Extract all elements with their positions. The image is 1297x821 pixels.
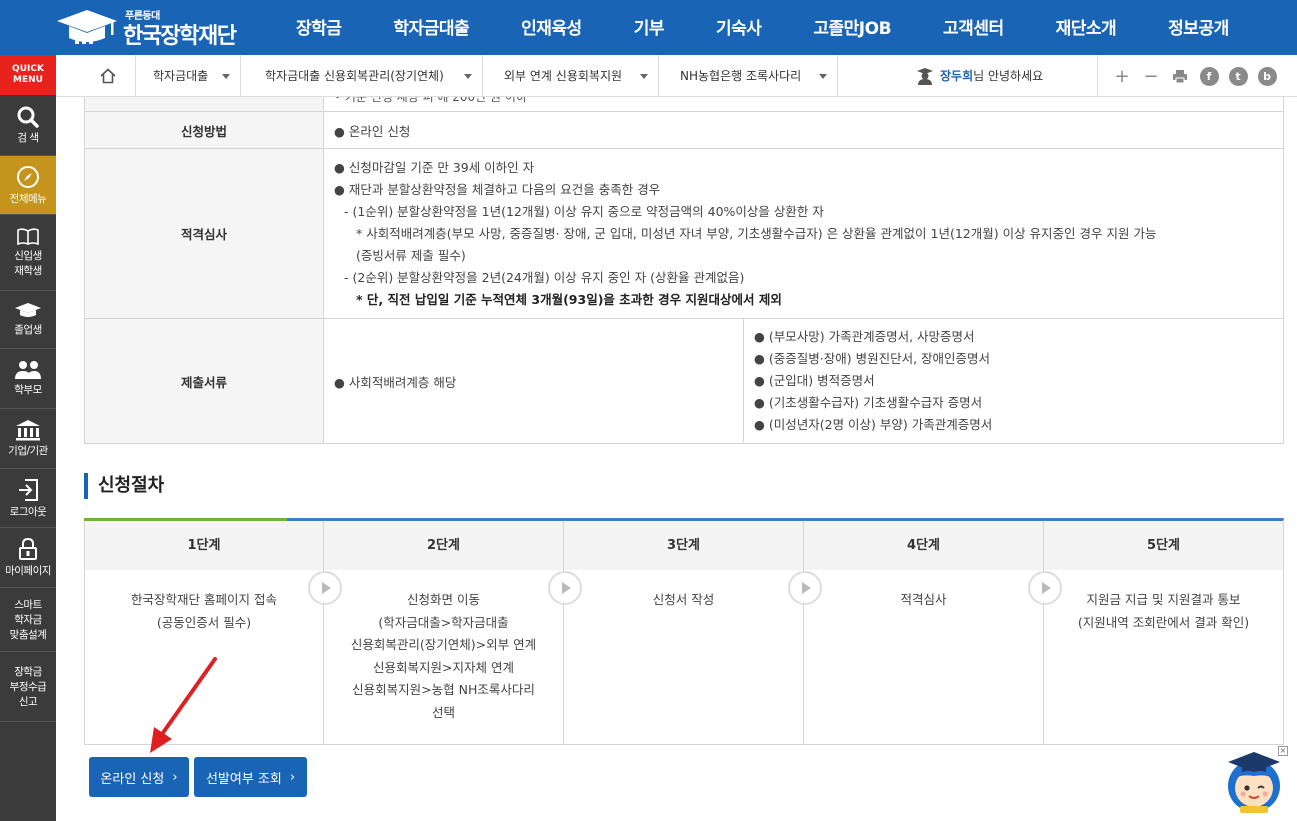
page-tools: + − f t b xyxy=(1097,55,1286,97)
quick-mypage[interactable]: 마이페이지 xyxy=(0,528,56,588)
selection-check-button[interactable]: 선발여부 조회 › xyxy=(194,757,307,797)
global-nav: 장학금 학자금대출 인재육성 기부 기숙사 고졸만JOB 고객센터 재단소개 정… xyxy=(270,0,1255,55)
quick-menu: QUICK MENU 검 색 전체메뉴 신입생 재학생 졸업생 학부모 기업/기… xyxy=(0,55,56,821)
chevron-right-icon: › xyxy=(172,769,178,785)
step-arrow-icon xyxy=(1028,571,1062,605)
facebook-icon: f xyxy=(1199,66,1219,86)
quick-smart-plan[interactable]: 스마트 학자금 맞춤설계 xyxy=(0,588,56,652)
annotation-arrow-icon xyxy=(150,657,217,753)
gnb-scholarship[interactable]: 장학금 xyxy=(270,0,367,55)
gnb-talent[interactable]: 인재육성 xyxy=(495,0,608,55)
step-arrow-icon xyxy=(308,571,342,605)
table-cell: • 기준 신청 세상 피 에 200만 원 이하 xyxy=(323,97,1284,112)
gnb-about[interactable]: 재단소개 xyxy=(1030,0,1143,55)
docs-right: ● (부모사망) 가족관계증명서, 사망증명서 ● (중증질병·장애) 병원진단… xyxy=(743,318,1284,444)
gnb-dormitory[interactable]: 기숙사 xyxy=(690,0,787,55)
home-icon xyxy=(99,68,116,84)
mascot-chatbot-icon[interactable] xyxy=(1222,748,1286,814)
logout-icon xyxy=(19,478,38,501)
table-row: 적격심사 ● 신청마감일 기준 만 39세 이하인 자 ● 재단과 분할상환약정… xyxy=(84,148,1284,319)
table-header-cell xyxy=(84,97,324,112)
step-arrow-icon xyxy=(548,571,582,605)
quick-graduate[interactable]: 졸업생 xyxy=(0,291,56,349)
top-header: 푸른등대 한국장학재단 장학금 학자금대출 인재육성 기부 기숙사 고졸만JOB… xyxy=(0,0,1297,55)
print-icon[interactable] xyxy=(1170,66,1190,86)
quick-logout[interactable]: 로그아웃 xyxy=(0,469,56,528)
gnb-donation[interactable]: 기부 xyxy=(608,0,690,55)
row-label-docs: 제출서류 xyxy=(84,318,324,444)
info-section: • 기준 신청 세상 피 에 200만 원 이하 신청방법 ● 온라인 신청 적… xyxy=(84,97,1284,444)
quick-all-menu[interactable]: 전체메뉴 xyxy=(0,156,56,215)
location-bar: 학자금대출 학자금대출 신용회복관리(장기연체) 외부 연계 신용회복지원 NH… xyxy=(56,55,1297,97)
docs-left: ● 사회적배려계층 해당 xyxy=(323,318,744,444)
home-button[interactable] xyxy=(80,55,136,97)
search-icon xyxy=(17,106,39,128)
procedure-title: 신청절차 xyxy=(84,473,164,499)
site-logo[interactable]: 푸른등대 한국장학재단 xyxy=(55,5,255,50)
step-4: 4단계 적격심사 xyxy=(804,521,1044,745)
info-table: • 기준 신청 세상 피 에 200만 원 이하 신청방법 ● 온라인 신청 적… xyxy=(84,97,1284,444)
twitter-share[interactable]: t xyxy=(1228,66,1248,86)
zoom-in-icon[interactable]: + xyxy=(1112,66,1132,87)
blog-icon: b xyxy=(1257,66,1277,86)
quick-institution[interactable]: 기업/기관 xyxy=(0,409,56,469)
graduation-cap-logo-icon xyxy=(57,10,117,44)
step-3: 3단계 신청서 작성 xyxy=(564,521,804,745)
breadcrumb-external-link[interactable]: 외부 연계 신용회복지원 xyxy=(488,55,659,97)
table-row: • 기준 신청 세상 피 에 200만 원 이하 xyxy=(84,97,1284,112)
gnb-job[interactable]: 고졸만JOB xyxy=(787,0,917,55)
compass-icon xyxy=(17,165,39,188)
review-value: ● 신청마감일 기준 만 39세 이하인 자 ● 재단과 분할상환약정을 체결하… xyxy=(323,148,1284,319)
quick-freshman[interactable]: 신입생 재학생 xyxy=(0,215,56,291)
step-5: 5단계 지원금 지급 및 지원결과 통보 (지원내역 조회란에서 결과 확인) xyxy=(1044,521,1283,745)
chevron-down-icon xyxy=(819,74,827,79)
graduation-cap-icon xyxy=(15,303,41,317)
logo-title: 한국장학재단 xyxy=(123,24,237,49)
chevron-down-icon xyxy=(222,74,230,79)
user-graduate-icon xyxy=(917,68,933,85)
table-row: 제출서류 ● 사회적배려계층 해당 ● (부모사망) 가족관계증명서, 사망증명… xyxy=(84,318,1284,444)
gnb-student-loan[interactable]: 학자금대출 xyxy=(367,0,495,55)
step-arrow-icon xyxy=(788,571,822,605)
chevron-down-icon xyxy=(640,74,648,79)
quick-search[interactable]: 검 색 xyxy=(0,95,56,156)
gnb-disclosure[interactable]: 정보공개 xyxy=(1142,0,1255,55)
breadcrumb-credit-recovery[interactable]: 학자금대출 신용회복관리(장기연체) xyxy=(249,55,483,97)
zoom-out-icon[interactable]: − xyxy=(1141,66,1161,87)
chevron-right-icon: › xyxy=(289,769,296,785)
book-icon xyxy=(17,227,39,245)
chevron-down-icon xyxy=(464,74,472,79)
row-label-review: 적격심사 xyxy=(84,148,324,319)
row-label-method: 신청방법 xyxy=(84,111,324,149)
lock-icon xyxy=(19,537,37,560)
online-apply-button[interactable]: 온라인 신청 › xyxy=(89,757,189,797)
close-icon[interactable]: × xyxy=(1278,746,1288,756)
procedure-steps: 1단계 한국장학재단 홈페이지 접속 (공동인증서 필수) 2단계 신청화면 이… xyxy=(84,518,1284,745)
breadcrumb-nh-ladder[interactable]: NH농협은행 조록사다리 xyxy=(664,55,838,97)
blog-share[interactable]: b xyxy=(1257,66,1277,86)
gnb-customer-center[interactable]: 고객센터 xyxy=(917,0,1030,55)
quick-parents[interactable]: 학부모 xyxy=(0,349,56,409)
facebook-share[interactable]: f xyxy=(1199,66,1219,86)
twitter-icon: t xyxy=(1228,66,1248,86)
user-greeting: 장두희 님 안녕하세요 xyxy=(916,55,1043,97)
method-value: ● 온라인 신청 xyxy=(323,111,1284,149)
table-row: 신청방법 ● 온라인 신청 xyxy=(84,111,1284,149)
user-name: 장두희 xyxy=(940,69,974,83)
quick-menu-title: QUICK MENU xyxy=(0,55,56,95)
quick-report-fraud[interactable]: 장학금 부정수급 신고 xyxy=(0,652,56,722)
breadcrumb-student-loan[interactable]: 학자금대출 xyxy=(137,55,241,97)
parents-icon xyxy=(15,361,41,379)
institution-icon xyxy=(16,420,40,441)
step-2: 2단계 신청화면 이동 (학자금대출>학자금대출 신용회복관리(장기연체)>외부… xyxy=(324,521,564,745)
